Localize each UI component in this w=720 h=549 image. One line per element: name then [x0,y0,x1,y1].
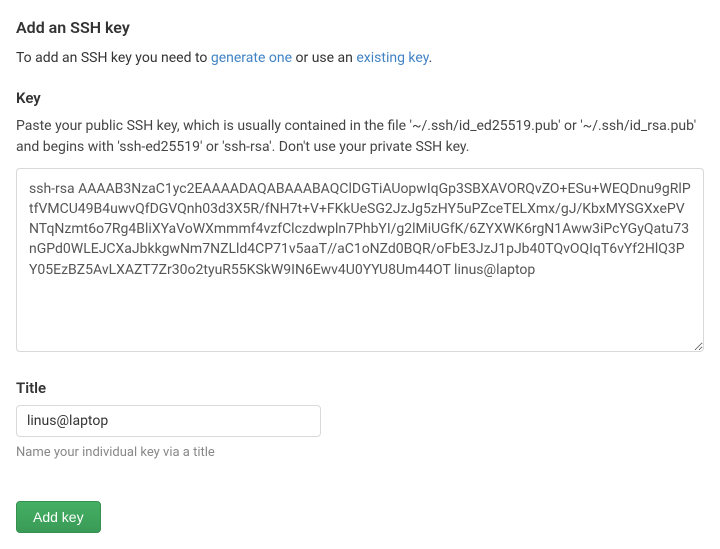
generate-one-link[interactable]: generate one [211,50,292,66]
intro-text: To add an SSH key you need to generate o… [16,48,704,69]
ssh-key-textarea[interactable]: ssh-rsa AAAAB3NzaC1yc2EAAAADAQABAAABAQCl… [16,168,704,352]
title-hint: Name your individual key via a title [16,443,704,463]
intro-prefix: To add an SSH key you need to [16,50,211,66]
key-label: Key [16,87,704,110]
existing-key-link[interactable]: existing key [356,50,428,66]
page-title: Add an SSH key [16,16,704,40]
title-input[interactable] [16,405,321,437]
intro-middle: or use an [292,50,356,66]
title-label: Title [16,377,704,400]
key-help-text: Paste your public SSH key, which is usua… [16,116,704,158]
intro-suffix: . [429,50,433,66]
add-key-button[interactable]: Add key [16,501,101,533]
